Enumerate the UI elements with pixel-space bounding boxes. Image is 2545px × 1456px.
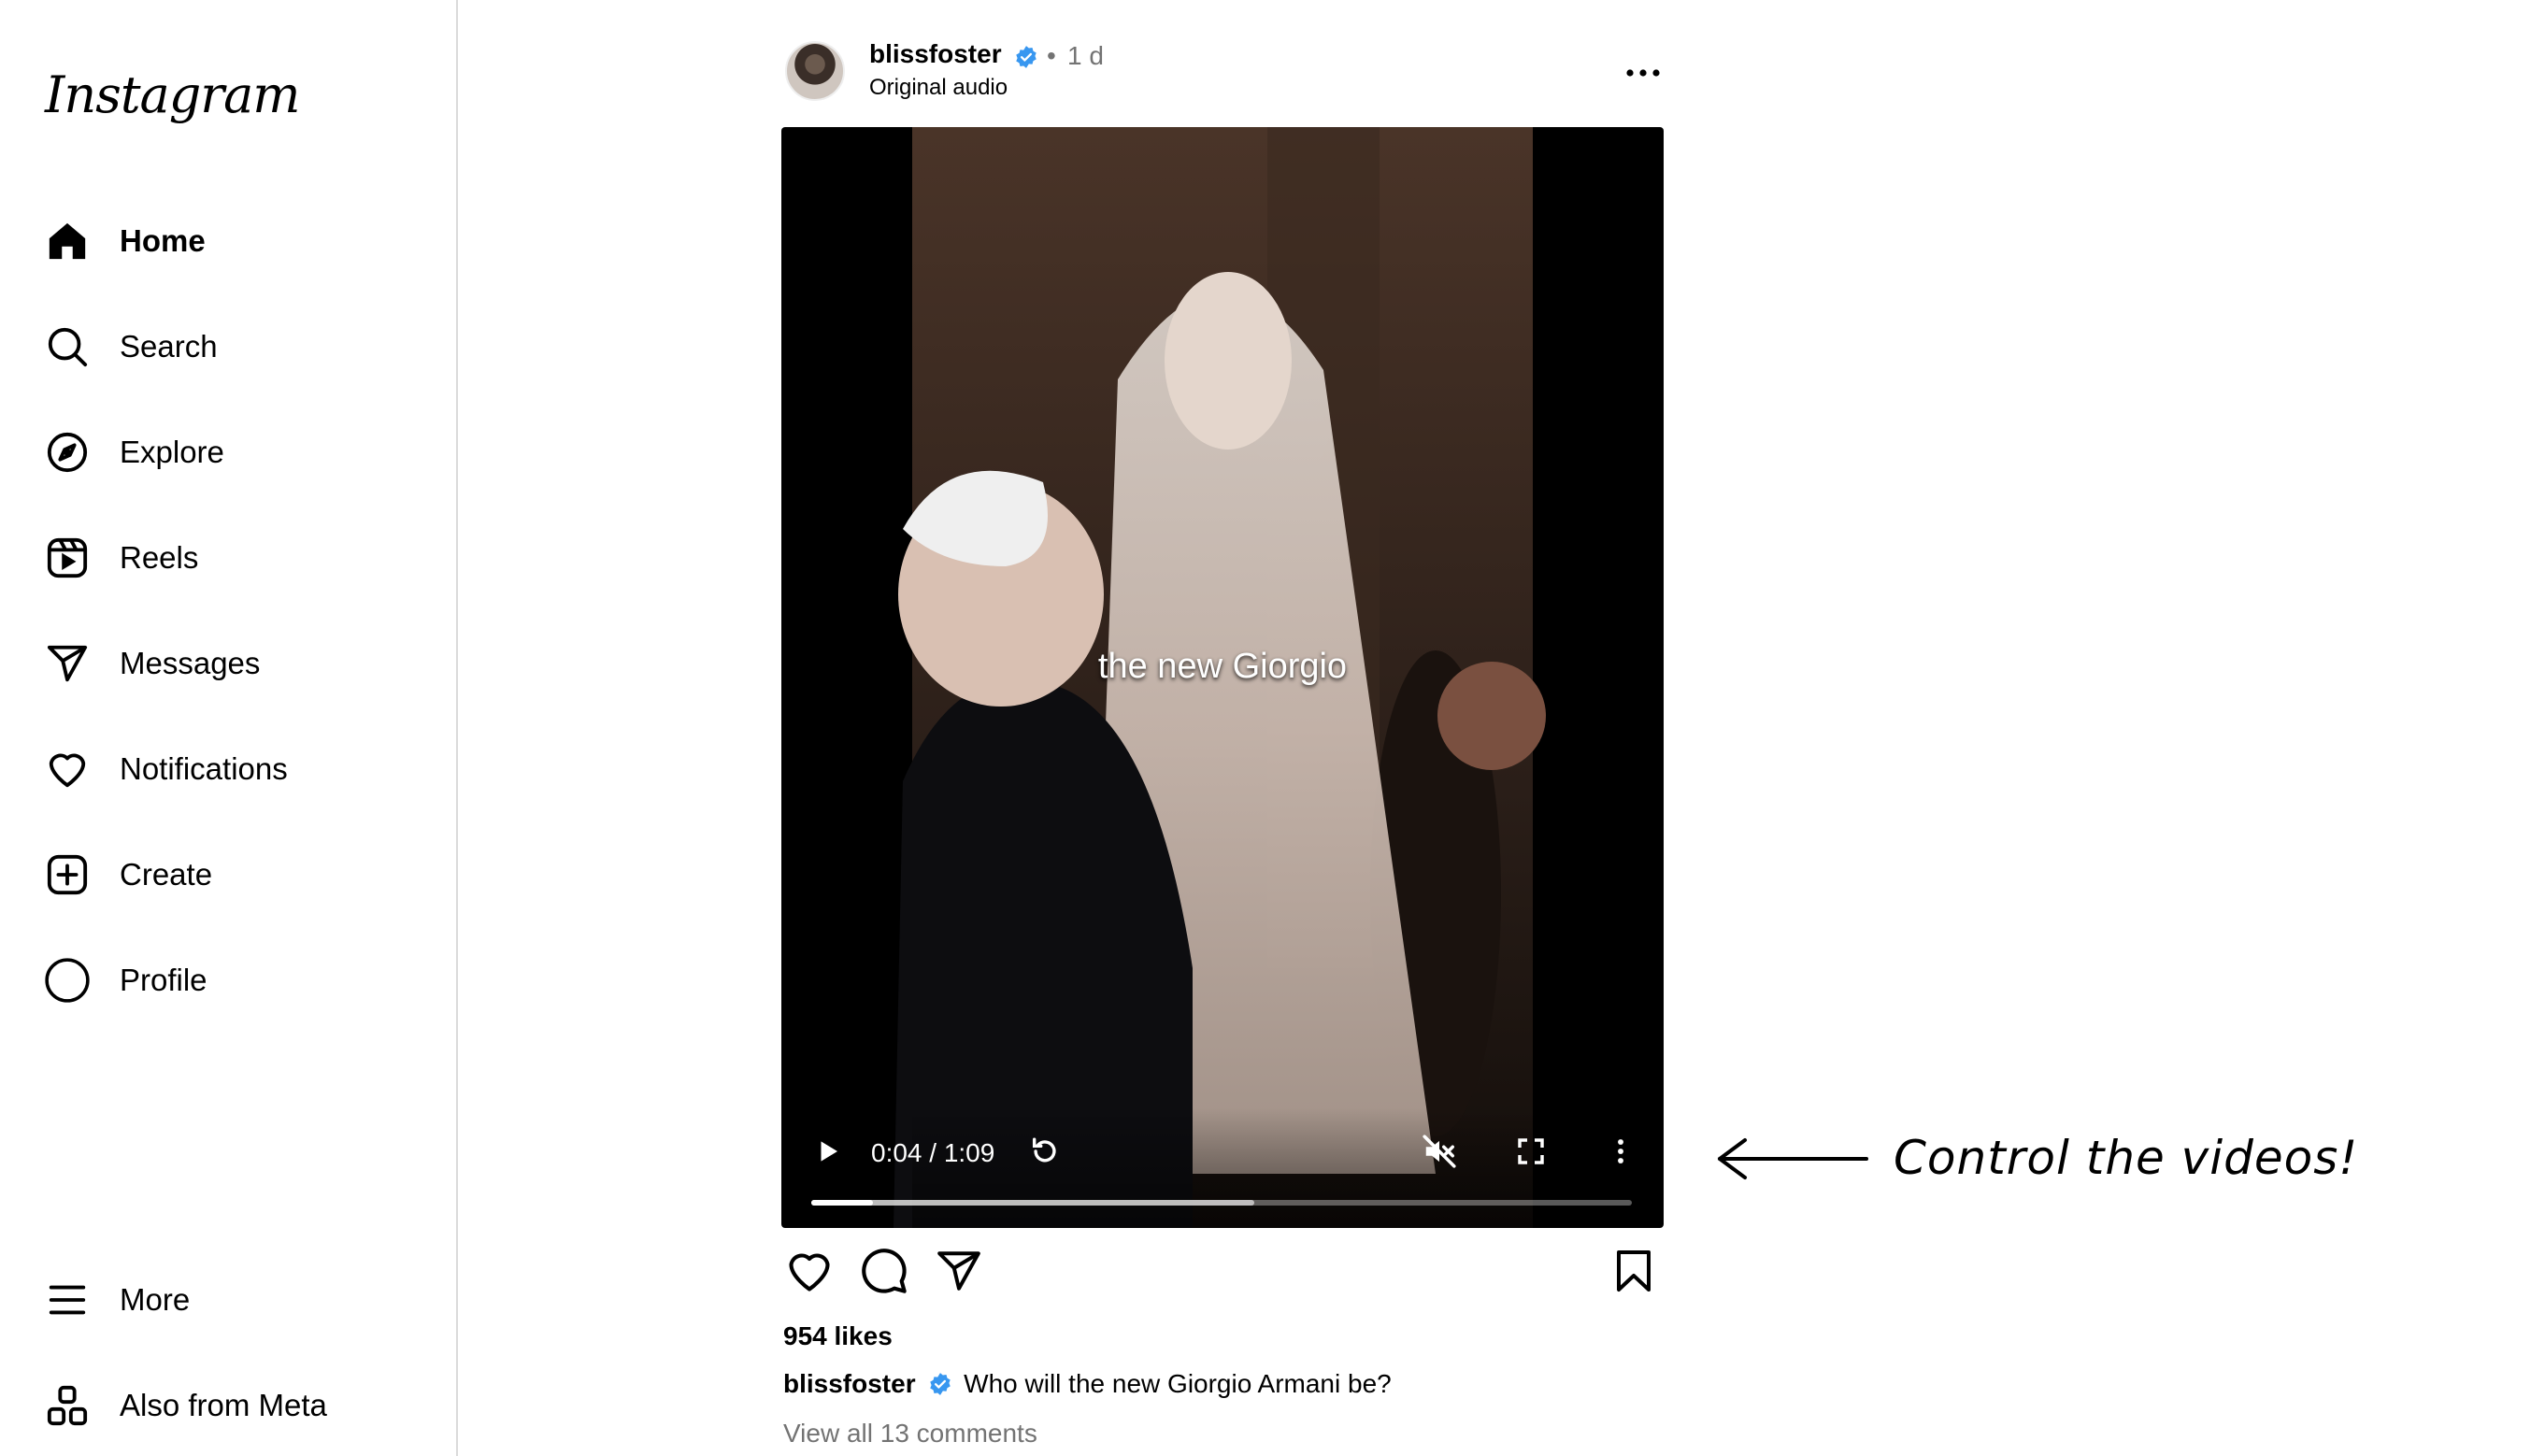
post-time[interactable]: 1 d [1067,41,1104,71]
sidebar-item-label: Notifications [120,751,288,786]
heart-icon [43,745,92,793]
caption-username[interactable]: blissfoster [783,1369,916,1398]
avatar[interactable] [785,41,845,101]
video-player[interactable]: the new Giorgio 0:04 / 1:09 [781,127,1664,1228]
replay-icon[interactable] [1019,1125,1071,1178]
sidebar-item-label: Create [120,857,213,892]
annotation-label: Control the videos! [1894,1131,2359,1185]
sidebar-item-label: More [120,1282,191,1317]
sidebar-item-messages[interactable]: Messages [43,626,436,701]
caption-text: Who will the new Giorgio Armani be? [964,1369,1392,1398]
sidebar-item-label: Home [120,223,206,258]
reels-icon [43,534,92,582]
progress-buffered [811,1200,1255,1206]
profile-circle-icon [43,956,92,1005]
menu-icon [43,1276,92,1324]
separator-dot: • [1047,41,1056,70]
sidebar-item-label: Messages [120,646,261,680]
sidebar-item-label: Profile [120,963,207,997]
likes-count[interactable]: 954 likes [783,1321,893,1351]
view-comments-link[interactable]: View all 13 comments [783,1419,1037,1449]
sidebar-item-search[interactable]: Search [43,309,436,384]
post-username[interactable]: blissfoster [869,39,1002,69]
sidebar-item-label: Reels [120,540,199,575]
mute-icon[interactable] [1413,1125,1466,1178]
video-more-icon[interactable] [1594,1125,1647,1178]
sidebar-item-also-from-meta[interactable]: Also from Meta [43,1368,436,1443]
sidebar-item-explore[interactable]: Explore [43,415,436,490]
post-audio[interactable]: Original audio [869,75,1008,101]
sidebar-item-label: Also from Meta [120,1388,327,1422]
save-bookmark-icon[interactable] [1606,1243,1662,1299]
sidebar-item-notifications[interactable]: Notifications [43,732,436,807]
sidebar-item-more[interactable]: More [43,1263,436,1337]
play-icon[interactable] [802,1125,854,1178]
sidebar-item-label: Explore [120,435,224,469]
instagram-logo[interactable]: Instagram [45,65,300,124]
send-icon [43,639,92,688]
video-controls: 0:04 / 1:09 [781,1106,1664,1228]
home-icon [43,217,92,265]
sidebar-item-label: Search [120,329,218,364]
search-icon [43,322,92,371]
progress-played [811,1200,873,1206]
compass-icon [43,428,92,477]
left-arrow-icon [1718,1138,1868,1179]
comment-icon[interactable] [856,1243,912,1299]
verified-badge-icon [930,1373,951,1395]
sidebar: Instagram Home Search Explore Reels Mess… [0,0,458,1456]
share-icon[interactable] [931,1243,987,1299]
video-caption-overlay: the new Giorgio [1097,647,1348,686]
sidebar-item-create[interactable]: Create [43,837,436,912]
post-actions [781,1243,1664,1305]
post-caption: blissfoster Who will the new Giorgio Arm… [783,1369,1392,1399]
meta-apps-icon [43,1381,92,1430]
video-progress-bar[interactable] [811,1200,1632,1206]
plus-square-icon [43,850,92,899]
sidebar-item-home[interactable]: Home [43,204,436,278]
post-header: blissfoster • 1 d Original audio [785,37,1664,112]
like-icon[interactable] [781,1243,837,1299]
video-time: 0:04 / 1:09 [871,1138,995,1167]
fullscreen-icon[interactable] [1505,1125,1557,1178]
more-options-icon[interactable] [1623,54,1664,92]
verified-badge-icon [1016,46,1037,68]
sidebar-item-reels[interactable]: Reels [43,521,436,595]
sidebar-item-profile[interactable]: Profile [43,943,436,1018]
